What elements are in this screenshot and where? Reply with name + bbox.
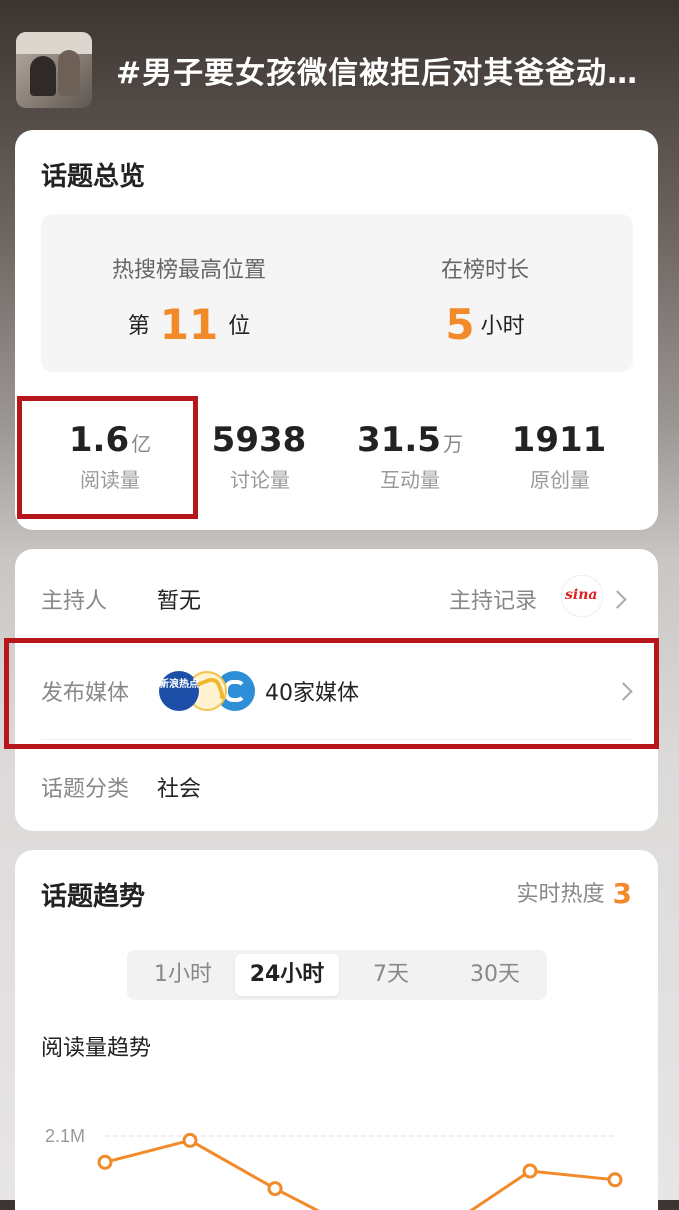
- overview-title: 话题总览: [41, 162, 146, 192]
- ranking-summary: 热搜榜最高位置 第 11 位 在榜时长 5 小时: [41, 214, 633, 372]
- sina-logo-text: sina: [565, 587, 598, 603]
- read-trend-chart: 2.1M: [45, 1126, 623, 1210]
- realtime-heat: 实时热度 3: [517, 876, 633, 910]
- stat-unit: 万: [442, 432, 463, 456]
- tab-1h[interactable]: 1小时: [131, 954, 235, 996]
- topic-title: #男子要女孩微信被拒后对其爸爸动…: [116, 56, 639, 91]
- duration-value: 5: [445, 300, 475, 349]
- duration-label: 在榜时长: [440, 258, 529, 283]
- peak-value: 11: [159, 300, 219, 349]
- duration-unit: 小时: [480, 314, 525, 339]
- time-range-tabs: 1小时 24小时 7天 30天: [127, 950, 547, 1000]
- on-list-duration: 在榜时长 5 小时: [337, 214, 633, 372]
- host-record-link[interactable]: 主持记录: [449, 583, 537, 615]
- tab-7d[interactable]: 7天: [339, 954, 443, 996]
- peak-position: 热搜榜最高位置 第 11 位: [41, 214, 337, 372]
- peak-prefix: 第: [127, 314, 150, 339]
- read-count-highlight-box: [17, 396, 198, 519]
- realtime-value: 3: [612, 877, 632, 910]
- peak-label: 热搜榜最高位置: [111, 258, 266, 283]
- sina-logo-icon: sina: [561, 575, 603, 617]
- data-point: [522, 1163, 538, 1179]
- host-label: 主持人: [41, 589, 108, 614]
- stat-value: 5938: [211, 420, 307, 460]
- data-point: [97, 1154, 113, 1170]
- category-label: 话题分类: [41, 777, 130, 802]
- stat-value: 1911: [511, 420, 607, 460]
- data-point: [182, 1132, 198, 1148]
- data-point: [607, 1172, 623, 1188]
- host-value: 暂无: [157, 589, 202, 614]
- media-highlight-box: [4, 638, 659, 749]
- stat-label: 原创量: [530, 468, 590, 492]
- data-point: [267, 1181, 283, 1197]
- stat-interaction: 31.5 万 互动量: [335, 420, 485, 493]
- topic-thumbnail[interactable]: [16, 32, 92, 108]
- tab-30d[interactable]: 30天: [443, 954, 547, 996]
- stat-label: 讨论量: [230, 468, 290, 492]
- read-trend-subtitle: 阅读量趋势: [41, 1036, 152, 1061]
- chevron-right-icon[interactable]: [608, 590, 627, 609]
- stat-label: 互动量: [380, 468, 440, 492]
- tab-24h[interactable]: 24小时: [235, 954, 339, 996]
- trend-card: 话题趋势 实时热度 3 1小时 24小时 7天 30天 阅读量趋势 2.1M: [15, 850, 658, 1210]
- stat-value: 31.5: [357, 420, 441, 460]
- stat-discussion: 5938 讨论量: [185, 420, 335, 493]
- trend-title: 话题趋势: [41, 882, 146, 912]
- stat-original: 1911 原创量: [485, 420, 635, 493]
- peak-suffix: 位: [228, 314, 251, 339]
- realtime-label: 实时热度: [516, 882, 605, 907]
- y-tick-label: 2.1M: [45, 1126, 85, 1146]
- category-value: 社会: [157, 777, 202, 802]
- topic-header: #男子要女孩微信被拒后对其爸爸动…: [0, 0, 679, 130]
